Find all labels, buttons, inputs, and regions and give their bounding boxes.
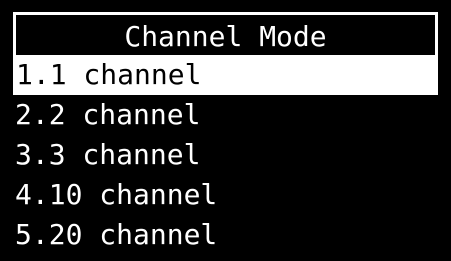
lcd-screen: Channel Mode 1.1 channel 2.2 channel 3.3… bbox=[0, 0, 451, 261]
menu-item-label: 1.1 channel bbox=[16, 58, 202, 91]
menu-title: Channel Mode bbox=[124, 20, 327, 53]
menu-item-label: 5.20 channel bbox=[15, 218, 218, 251]
menu-item-10-channel[interactable]: 4.10 channel bbox=[13, 175, 438, 215]
menu-header: Channel Mode bbox=[13, 12, 438, 55]
menu-item-label: 4.10 channel bbox=[15, 178, 218, 211]
menu-item-label: 3.3 channel bbox=[15, 138, 201, 171]
menu-item-1-channel[interactable]: 1.1 channel bbox=[13, 55, 438, 95]
channel-mode-menu: 1.1 channel 2.2 channel 3.3 channel 4.10… bbox=[13, 55, 438, 255]
menu-item-20-channel[interactable]: 5.20 channel bbox=[13, 215, 438, 255]
menu-item-3-channel[interactable]: 3.3 channel bbox=[13, 135, 438, 175]
menu-item-2-channel[interactable]: 2.2 channel bbox=[13, 95, 438, 135]
menu-item-label: 2.2 channel bbox=[15, 98, 201, 131]
